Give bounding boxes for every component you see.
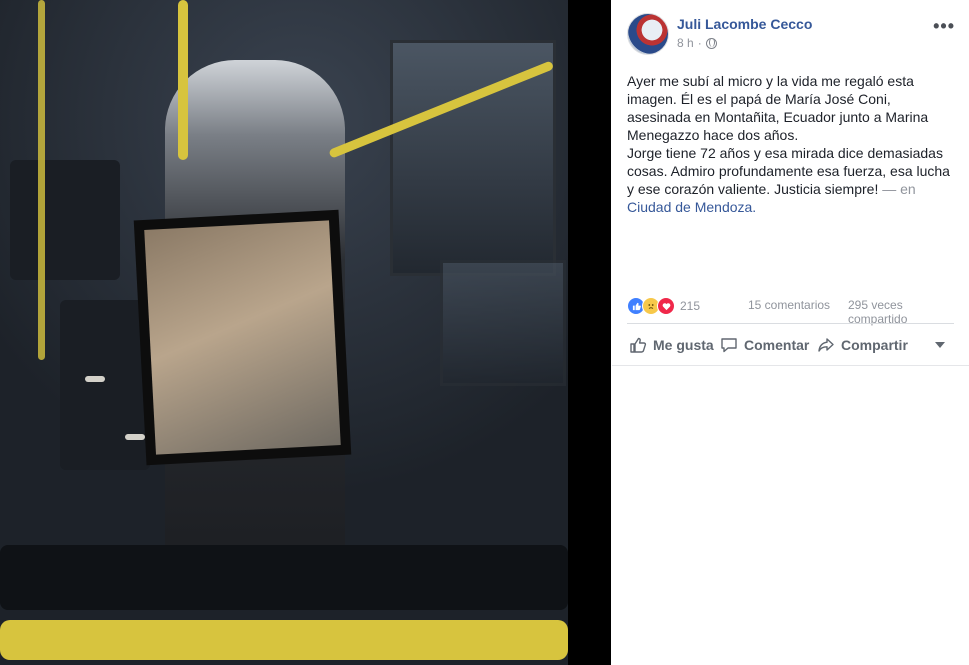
location-prefix: — en	[882, 181, 916, 197]
post-paragraph-last: Jorge tiene 72 años y esa mirada dice de…	[627, 144, 957, 216]
like-label: Me gusta	[653, 337, 714, 353]
thumbs-up-icon	[630, 337, 647, 353]
caret-down-icon[interactable]	[935, 330, 945, 360]
yellow-pole	[38, 0, 45, 360]
comments-count[interactable]: 15 comentarios	[748, 298, 830, 312]
reactions-summary[interactable]: 215	[627, 297, 700, 315]
post-actions: Me gusta Comentar Compartir	[627, 330, 954, 360]
globe-icon[interactable]	[705, 37, 717, 49]
bus-seat	[10, 160, 120, 280]
reactions-count: 215	[680, 299, 701, 313]
bus-light	[125, 434, 145, 440]
love-reaction-icon	[657, 297, 675, 315]
shares-count[interactable]: 295 veces compartido	[848, 298, 954, 326]
speech-bubble-icon	[721, 338, 737, 353]
like-button[interactable]: Me gusta	[629, 330, 714, 360]
portrait-frame	[133, 209, 352, 466]
post-time[interactable]: 8 h	[677, 36, 694, 50]
post-meta: 8 h ·	[677, 36, 717, 50]
post-panel: Juli Lacombe Cecco 8 h · ••• Ayer me sub…	[612, 0, 969, 665]
comment-button[interactable]: Comentar	[720, 330, 809, 360]
author-avatar[interactable]	[627, 13, 669, 55]
bus-seat	[60, 300, 150, 470]
author-name[interactable]: Juli Lacombe Cecco	[677, 16, 812, 32]
share-label: Compartir	[841, 337, 908, 353]
comment-label: Comentar	[744, 337, 810, 353]
meta-separator: ·	[697, 36, 702, 50]
post-text: Ayer me subí al micro y la vida me regal…	[627, 72, 957, 216]
more-options-icon[interactable]: •••	[933, 16, 955, 37]
share-arrow-icon	[818, 338, 834, 352]
post-stats: 215 15 comentarios 295 veces compartido	[627, 297, 954, 326]
portrait-photo	[144, 220, 341, 455]
bus-light	[85, 376, 105, 382]
dark-handrail	[0, 545, 568, 610]
yellow-pole	[178, 0, 188, 160]
bus-window	[440, 260, 566, 386]
share-button[interactable]: Compartir	[817, 330, 908, 360]
location-link[interactable]: Ciudad de Mendoza.	[627, 199, 756, 215]
post-photo[interactable]	[0, 0, 568, 665]
post-paragraph: Ayer me subí al micro y la vida me regal…	[627, 73, 929, 143]
divider	[627, 323, 954, 324]
photo-viewer	[0, 0, 611, 665]
post-header: Juli Lacombe Cecco 8 h · •••	[627, 13, 959, 55]
comments-area	[612, 366, 969, 665]
yellow-handrail	[0, 620, 568, 660]
